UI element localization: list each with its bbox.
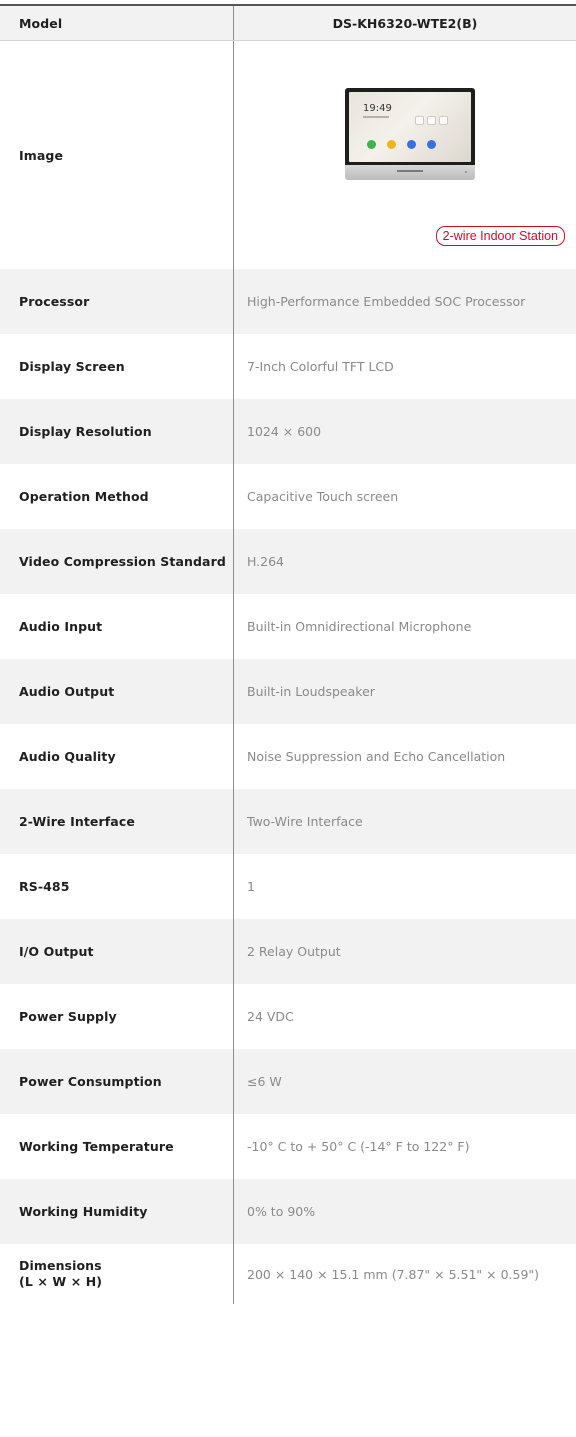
spec-row: Video Compression Standard H.264 (0, 529, 576, 594)
image-row: Image 19:49 2-wire Indoor Station (0, 40, 576, 269)
spec-value: -10° C to + 50° C (-14° F to 122° F) (233, 1114, 576, 1179)
product-image: 19:49 (345, 88, 475, 180)
brand-logo (397, 170, 423, 172)
spec-row: Processor High-Performance Embedded SOC … (0, 269, 576, 334)
spec-row: Operation Method Capacitive Touch screen (0, 464, 576, 529)
spec-label: Dimensions (L × W × H) (0, 1244, 234, 1304)
spec-row: Working Temperature -10° C to + 50° C (-… (0, 1114, 576, 1179)
spec-value: Two-Wire Interface (233, 789, 576, 854)
spec-value: 1024 × 600 (233, 399, 576, 464)
device-tile-icon (439, 116, 448, 125)
call-app-icon (367, 140, 376, 149)
spec-label: Display Screen (0, 334, 234, 399)
spec-row: I/O Output 2 Relay Output (0, 919, 576, 984)
spec-label: Power Supply (0, 984, 234, 1049)
device-screen: 19:49 (349, 92, 471, 162)
spec-row: Audio Output Built-in Loudspeaker (0, 659, 576, 724)
product-type-badge: 2-wire Indoor Station (435, 226, 565, 246)
spec-label: Audio Output (0, 659, 234, 724)
spec-label: 2-Wire Interface (0, 789, 234, 854)
spec-label: Working Humidity (0, 1179, 234, 1244)
message-app-icon (387, 140, 396, 149)
spec-row: Power Supply 24 VDC (0, 984, 576, 1049)
dimensions-label-unit: (L × W × H) (19, 1274, 103, 1289)
spec-label: I/O Output (0, 919, 234, 984)
device-chin (345, 165, 475, 180)
spec-value: 2 Relay Output (233, 919, 576, 984)
spec-value: 200 × 140 × 15.1 mm (7.87" × 5.51" × 0.5… (233, 1244, 576, 1304)
model-number: DS-KH6320-WTE2(B) (233, 6, 576, 41)
monitor-app-icon (407, 140, 416, 149)
status-led (465, 171, 467, 173)
spec-value: ≤6 W (233, 1049, 576, 1114)
device-tile-icon (415, 116, 424, 125)
spec-label: Audio Quality (0, 724, 234, 789)
spec-row: Audio Input Built-in Omnidirectional Mic… (0, 594, 576, 659)
spec-label: RS-485 (0, 854, 234, 919)
spec-table: Model DS-KH6320-WTE2(B) Image 19:49 2-wi… (0, 6, 576, 1304)
settings-app-icon (427, 140, 436, 149)
device-clock: 19:49 (363, 103, 392, 114)
spec-value: High-Performance Embedded SOC Processor (233, 269, 576, 334)
spec-row-dimensions: Dimensions (L × W × H) 200 × 140 × 15.1 … (0, 1244, 576, 1304)
device-date-line (363, 116, 389, 118)
spec-label: Power Consumption (0, 1049, 234, 1114)
spec-value: 24 VDC (233, 984, 576, 1049)
device-tile-icon (427, 116, 436, 125)
spec-value: Built-in Omnidirectional Microphone (233, 594, 576, 659)
spec-label: Display Resolution (0, 399, 234, 464)
table-header-row: Model DS-KH6320-WTE2(B) (0, 6, 576, 41)
spec-row: Audio Quality Noise Suppression and Echo… (0, 724, 576, 789)
product-image-cell: 19:49 2-wire Indoor Station (233, 40, 576, 269)
dimensions-label: Dimensions (19, 1258, 102, 1273)
spec-value: 1 (233, 854, 576, 919)
spec-label: Operation Method (0, 464, 234, 529)
spec-label: Image (0, 40, 234, 269)
header-label: Model (0, 6, 234, 41)
spec-value: 0% to 90% (233, 1179, 576, 1244)
spec-row: Display Resolution 1024 × 600 (0, 399, 576, 464)
spec-row: 2-Wire Interface Two-Wire Interface (0, 789, 576, 854)
spec-value: Built-in Loudspeaker (233, 659, 576, 724)
spec-value: Capacitive Touch screen (233, 464, 576, 529)
spec-row: Display Screen 7-Inch Colorful TFT LCD (0, 334, 576, 399)
spec-label: Video Compression Standard (0, 529, 234, 594)
spec-label: Processor (0, 269, 234, 334)
spec-row: Working Humidity 0% to 90% (0, 1179, 576, 1244)
spec-value: 7-Inch Colorful TFT LCD (233, 334, 576, 399)
spec-row: Power Consumption ≤6 W (0, 1049, 576, 1114)
spec-label: Audio Input (0, 594, 234, 659)
spec-value: H.264 (233, 529, 576, 594)
spec-value: Noise Suppression and Echo Cancellation (233, 724, 576, 789)
spec-label: Working Temperature (0, 1114, 234, 1179)
spec-row: RS-485 1 (0, 854, 576, 919)
